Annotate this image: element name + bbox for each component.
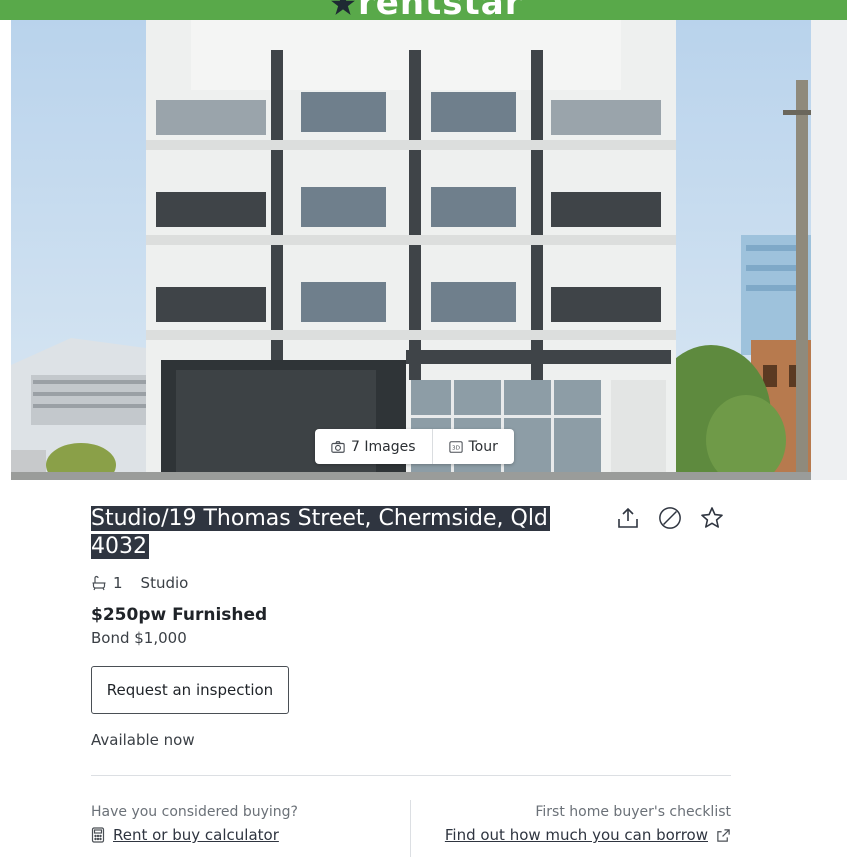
- gallery-controls: 7 Images 3D Tour: [315, 429, 514, 464]
- hide-button[interactable]: [658, 505, 682, 531]
- logo-star-icon: [331, 0, 355, 15]
- hide-icon: [659, 507, 681, 529]
- next-photo-peek[interactable]: [811, 20, 847, 480]
- camera-icon: [331, 440, 345, 453]
- tour-button[interactable]: 3D Tour: [431, 429, 514, 464]
- rent-or-buy-calculator-link[interactable]: Rent or buy calculator: [113, 826, 279, 844]
- tour-button-label: Tour: [468, 438, 498, 455]
- listing-bond: Bond $1,000: [91, 629, 187, 647]
- building-illustration: [11, 20, 811, 480]
- availability-text: Available now: [91, 731, 195, 749]
- brand-logo[interactable]: rentstar: [330, 0, 523, 20]
- listing-actions: [616, 505, 724, 531]
- buying-question: Have you considered buying?: [91, 804, 298, 820]
- svg-text:3D: 3D: [452, 445, 461, 451]
- listing-features: 1 Studio: [91, 574, 188, 592]
- star-icon: [701, 507, 723, 528]
- request-inspection-button[interactable]: Request an inspection: [91, 666, 289, 714]
- bathroom-count: 1: [91, 574, 123, 592]
- section-divider: [91, 775, 731, 776]
- listing-title: Studio/19 Thomas Street, Chermside, Qld …: [91, 505, 571, 561]
- tour-3d-icon: 3D: [448, 440, 463, 453]
- property-type: Studio: [140, 574, 189, 592]
- borrow-amount-link[interactable]: Find out how much you can borrow: [445, 826, 708, 844]
- calculator-icon: [91, 827, 105, 843]
- external-link-icon: [717, 828, 730, 842]
- hero-photo[interactable]: [11, 20, 811, 480]
- logo-text: rentstar: [358, 0, 523, 20]
- top-bar: rentstar: [0, 0, 847, 20]
- first-home-checklist-text: First home buyer's checklist: [535, 804, 731, 820]
- borrow-link-row: Find out how much you can borrow: [445, 826, 731, 844]
- favourite-button[interactable]: [700, 505, 724, 531]
- images-button-label: 7 Images: [351, 438, 416, 455]
- share-button[interactable]: [616, 505, 640, 531]
- bathroom-count-value: 1: [113, 574, 123, 592]
- column-divider: [410, 800, 411, 857]
- listing-price: $250pw Furnished: [91, 605, 268, 625]
- share-icon: [618, 507, 638, 528]
- listing-title-text: Studio/19 Thomas Street, Chermside, Qld …: [91, 506, 550, 559]
- rent-or-buy-link-row: Rent or buy calculator: [91, 826, 279, 844]
- bath-icon: [92, 575, 106, 591]
- images-button[interactable]: 7 Images: [315, 429, 432, 464]
